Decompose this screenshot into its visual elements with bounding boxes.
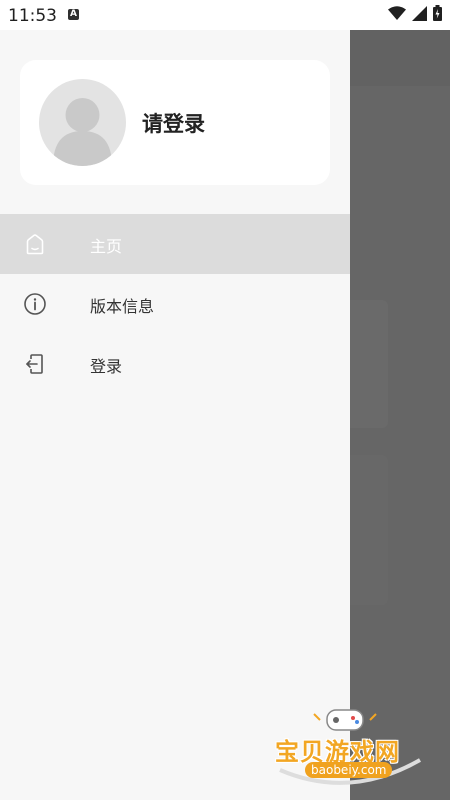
background-card (350, 455, 388, 605)
login-icon (23, 352, 47, 376)
profile-card[interactable]: 请登录 (20, 60, 330, 185)
background-card (350, 300, 388, 428)
status-bar: 11:53 A (0, 0, 450, 30)
info-icon (23, 292, 47, 316)
menu-item-label: 登录 (90, 357, 123, 376)
drawer-menu: 主页 版本信息 登录 (0, 214, 350, 394)
watermark: 宝贝游戏网 baobeiy.com (270, 700, 430, 792)
login-prompt[interactable]: 请登录 (142, 108, 205, 138)
menu-item-label: 主页 (90, 237, 123, 256)
status-icons (388, 5, 442, 25)
menu-item-home[interactable]: 主页 (0, 214, 350, 274)
notification-a-icon: A (68, 9, 79, 20)
navigation-drawer: 请登录 主页 版本信息 登录 (0, 30, 350, 800)
home-icon (23, 232, 47, 256)
menu-item-version-info[interactable]: 版本信息 (0, 274, 350, 334)
wifi-icon (388, 5, 406, 25)
menu-item-label: 版本信息 (90, 297, 155, 316)
menu-item-login[interactable]: 登录 (0, 334, 350, 394)
battery-icon (433, 5, 442, 25)
watermark-url: baobeiy.com (305, 762, 393, 778)
signal-icon (412, 5, 427, 25)
status-time: 11:53 (8, 6, 57, 26)
background-app-bar (350, 30, 450, 86)
default-avatar-icon (39, 79, 126, 166)
